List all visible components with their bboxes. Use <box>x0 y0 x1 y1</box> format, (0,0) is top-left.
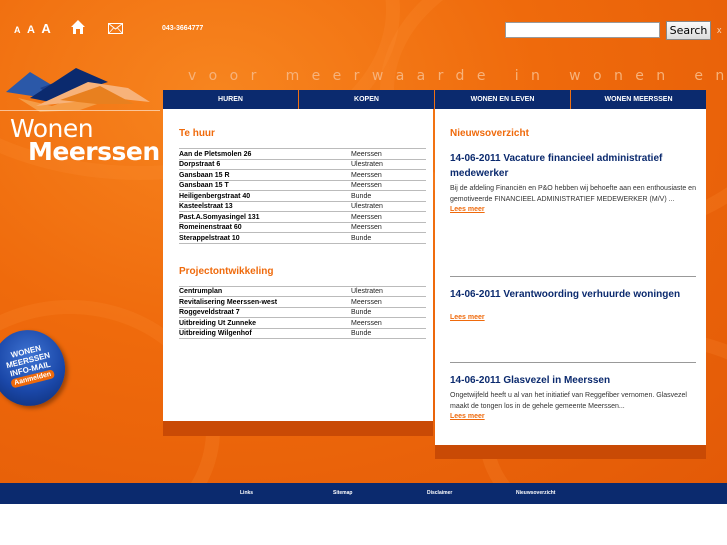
search-input[interactable] <box>505 22 660 38</box>
project-town: Bunde <box>351 327 426 339</box>
listing-town: Meerssen <box>351 169 426 180</box>
read-more-link[interactable]: Lees meer <box>450 413 696 420</box>
listing-town: Bunde <box>351 190 426 201</box>
listing-address[interactable]: Romeinenstraat 60 <box>179 221 351 233</box>
project-name[interactable]: Uitbreiding Wilgenhof <box>179 327 351 339</box>
projecten-table: Centrumplan Ulestraten Revitalisering Mee… <box>179 285 426 340</box>
home-icon[interactable] <box>70 19 86 35</box>
font-size-switcher: A A A <box>14 20 53 38</box>
news-headline[interactable]: 14-06-2011 Vacature financieel administr… <box>450 151 696 181</box>
te-huur-title: Te huur <box>179 128 215 139</box>
table-row[interactable]: Romeinenstraat 60 Meerssen <box>179 221 426 233</box>
project-name[interactable]: Revitalisering Meerssen-west <box>179 296 351 307</box>
font-size-medium-button[interactable]: A <box>27 24 35 36</box>
badge-text: WONEN MEERSSEN INFO-MAIL Aanmelden <box>0 340 63 390</box>
news-item: 14-06-2011 Glasvezel in Meerssen Ongetwi… <box>450 373 696 428</box>
logo-text-meerssen: Meerssen <box>28 137 160 166</box>
nav-item-huren[interactable]: HUREN <box>163 90 299 109</box>
listing-address[interactable]: Gansbaan 15 R <box>179 169 351 180</box>
news-headline[interactable]: 14-06-2011 Verantwoording verhuurde woni… <box>450 287 696 302</box>
read-more-link[interactable]: Lees meer <box>450 206 696 213</box>
news-headline[interactable]: 14-06-2011 Glasvezel in Meerssen <box>450 373 696 388</box>
listing-town: Meerssen <box>351 211 426 222</box>
project-name[interactable]: Roggeveldstraat 7 <box>179 306 351 318</box>
listing-address[interactable]: Dorpstraat 6 <box>179 158 351 170</box>
listings-panel: Te huur Aan de Pletsmolen 26 Meerssen Dor… <box>163 109 433 421</box>
news-item: 14-06-2011 Verantwoording verhuurde woni… <box>450 287 696 363</box>
listing-address[interactable]: Past.A.Somyasingel 131 <box>179 211 351 222</box>
tagline: voor meerwaarde in wonen en leven <box>188 68 727 84</box>
table-row[interactable]: Dorpstraat 6 Ulestraten <box>179 158 426 170</box>
project-town: Meerssen <box>351 296 426 307</box>
main-nav: HUREN KOPEN WONEN EN LEVEN WONEN MEERSSE… <box>163 90 706 109</box>
project-town: Ulestraten <box>351 285 426 297</box>
listing-town: Meerssen <box>351 148 426 159</box>
listing-town: Ulestraten <box>351 158 426 170</box>
news-panel: Nieuwsoverzicht 14-06-2011 Vacature fina… <box>435 109 706 445</box>
news-item: 14-06-2011 Vacature financieel administr… <box>450 151 696 277</box>
panel-shadow <box>435 445 706 459</box>
footer-link-disclaimer[interactable]: Disclaimer <box>427 490 452 496</box>
news-title: Nieuwsoverzicht <box>450 128 529 139</box>
search-button[interactable]: Search <box>666 21 711 40</box>
nav-item-wonen-en-leven[interactable]: WONEN EN LEVEN <box>435 90 571 109</box>
listing-address[interactable]: Gansbaan 15 T <box>179 179 351 191</box>
table-row[interactable]: Gansbaan 15 R Meerssen <box>179 169 426 180</box>
table-row[interactable]: Uitbreiding Ut Zunneke Meerssen <box>179 317 426 328</box>
listing-town: Meerssen <box>351 221 426 233</box>
mail-icon[interactable] <box>108 23 123 34</box>
project-town: Meerssen <box>351 317 426 328</box>
footer: Links Sitemap Disclaimer Nieuwsoverzicht <box>0 483 727 504</box>
listing-address[interactable]: Aan de Pletsmolen 26 <box>179 148 351 159</box>
listing-address[interactable]: Heiligenbergstraat 40 <box>179 190 351 201</box>
logo-divider <box>0 110 160 111</box>
nav-item-kopen[interactable]: KOPEN <box>299 90 435 109</box>
table-row[interactable]: Roggeveldstraat 7 Bunde <box>179 306 426 318</box>
listing-address[interactable]: Sterappelstraat 10 <box>179 232 351 244</box>
footer-link-nieuwsoverzicht[interactable]: Nieuwsoverzicht <box>516 490 555 496</box>
footer-link-sitemap[interactable]: Sitemap <box>333 490 352 496</box>
table-row[interactable]: Past.A.Somyasingel 131 Meerssen <box>179 211 426 222</box>
listing-town: Ulestraten <box>351 200 426 212</box>
font-size-small-button[interactable]: A <box>14 25 21 35</box>
listing-town: Meerssen <box>351 179 426 191</box>
news-body: Ongetwijfeld heeft u al van het initiati… <box>450 392 687 410</box>
te-huur-table: Aan de Pletsmolen 26 Meerssen Dorpstraat … <box>179 148 426 244</box>
project-name[interactable]: Centrumplan <box>179 285 351 297</box>
nav-item-wonen-meerssen[interactable]: WONEN MEERSSEN <box>571 90 706 109</box>
table-row[interactable]: Gansbaan 15 T Meerssen <box>179 179 426 191</box>
table-row[interactable]: Centrumplan Ulestraten <box>179 285 426 297</box>
search-close-button[interactable]: x <box>717 25 722 35</box>
table-row[interactable]: Aan de Pletsmolen 26 Meerssen <box>179 148 426 159</box>
table-row[interactable]: Uitbreiding Wilgenhof Bunde <box>179 327 426 339</box>
news-body: Bij de afdeling Financiën en P&O hebben … <box>450 185 696 203</box>
panel-shadow <box>163 421 433 436</box>
table-row[interactable]: Heiligenbergstraat 40 Bunde <box>179 190 426 201</box>
listing-town: Bunde <box>351 232 426 244</box>
font-size-large-button[interactable]: A <box>41 21 50 36</box>
table-row[interactable]: Revitalisering Meerssen-west Meerssen <box>179 296 426 307</box>
page-background: A A A 043-3664777 Search x Wonen Meersse… <box>0 0 727 483</box>
read-more-link[interactable]: Lees meer <box>450 314 696 321</box>
listing-address[interactable]: Kasteelstraat 13 <box>179 200 351 212</box>
table-row[interactable]: Kasteelstraat 13 Ulestraten <box>179 200 426 212</box>
project-town: Bunde <box>351 306 426 318</box>
phone-number: 043-3664777 <box>162 25 204 32</box>
projectontwikkeling-title: Projectontwikkeling <box>179 265 274 277</box>
project-name[interactable]: Uitbreiding Ut Zunneke <box>179 317 351 328</box>
footer-link-links[interactable]: Links <box>240 490 253 496</box>
table-row[interactable]: Sterappelstraat 10 Bunde <box>179 232 426 244</box>
